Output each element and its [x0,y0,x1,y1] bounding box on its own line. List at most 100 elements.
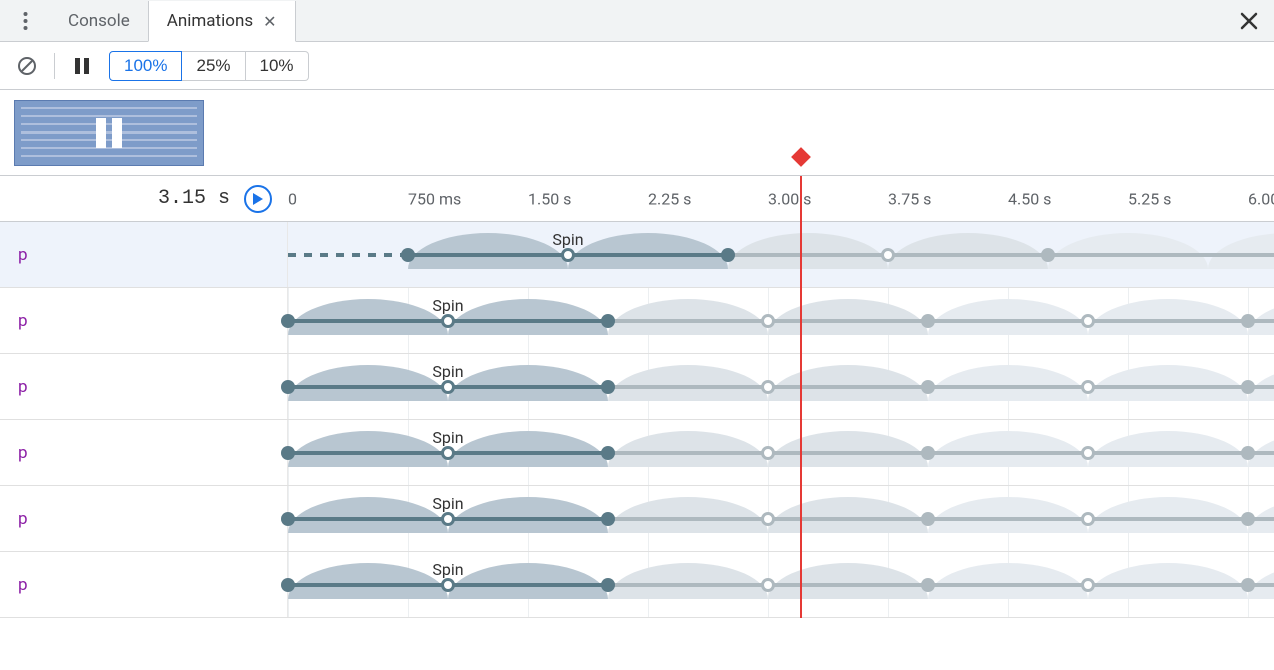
easing-bump [288,563,448,599]
track-element-tag[interactable]: p [0,552,288,617]
animation-groups-strip [0,90,1274,176]
close-drawer-button[interactable] [1224,0,1274,41]
keyframe-start[interactable] [281,512,295,526]
animation-name-label: Spin [432,296,463,315]
keyframe-end-repeat [921,578,935,592]
animation-name-label: Spin [432,494,463,513]
track-row[interactable]: pSpin [0,354,1274,420]
speed-100-button[interactable]: 100% [109,51,182,81]
more-menu-button[interactable] [0,0,50,41]
easing-bump [608,299,768,335]
track-lane[interactable]: Spin [288,486,1274,551]
easing-bump [928,497,1088,533]
track-row[interactable]: p Spin [0,486,1274,552]
keyframe-end-repeat [921,446,935,460]
current-time-label: 3.15 s [158,187,230,210]
tab-console-label: Console [68,11,130,31]
track-row[interactable]: p Spin [0,552,1274,618]
keyframe-end[interactable] [601,380,615,394]
keyframe-mid-repeat [1081,314,1095,328]
keyframe-mid[interactable] [561,248,575,262]
track-lane[interactable]: Spin [288,420,1274,485]
easing-bump [288,431,448,467]
keyframe-mid[interactable] [441,314,455,328]
easing-bump [568,233,728,269]
easing-bump [1088,365,1248,401]
ruler-tick: 6.00 s [1248,189,1274,208]
easing-bump [1088,299,1248,335]
track-element-tag[interactable]: p [0,420,288,485]
track-lane[interactable]: Spin [288,222,1274,287]
keyframe-start[interactable] [281,578,295,592]
keyframe-end-repeat [1241,380,1255,394]
easing-bump [608,563,768,599]
keyframe-start[interactable] [401,248,415,262]
easing-bump [288,365,448,401]
easing-bump [448,431,608,467]
animation-name-label: Spin [432,560,463,579]
keyframe-end[interactable] [721,248,735,262]
track-element-tag[interactable]: p [0,288,288,353]
ruler-tick: 0 [288,189,297,208]
keyframe-mid[interactable] [441,578,455,592]
keyframe-end-repeat [921,380,935,394]
keyframe-mid[interactable] [441,512,455,526]
keyframe-end[interactable] [601,512,615,526]
track-lane[interactable]: Spin [288,552,1274,617]
animation-repeat-bar [608,517,1274,521]
track-row[interactable]: pSpin [0,420,1274,486]
tab-animations-label: Animations [167,11,253,31]
easing-bump [768,563,928,599]
keyframe-mid-repeat [881,248,895,262]
easing-bump [288,497,448,533]
tab-animations-close-icon[interactable]: ✕ [263,12,276,31]
pause-all-button[interactable] [69,53,95,79]
keyframe-end-repeat [921,314,935,328]
keyframe-mid[interactable] [441,446,455,460]
animations-toolbar: 100% 25% 10% [0,42,1274,90]
keyframe-start[interactable] [281,446,295,460]
keyframe-end[interactable] [601,446,615,460]
easing-bump [928,431,1088,467]
keyframe-mid-repeat [761,446,775,460]
ruler-tick: 4.50 s [1008,189,1051,208]
timeline-ruler: 3.15 s 0750 ms1.50 s2.25 s3.00 s3.75 s4.… [0,176,1274,222]
keyframe-mid-repeat [1081,380,1095,394]
easing-bump [1088,497,1248,533]
track-lane[interactable]: Spin [288,288,1274,353]
keyframe-mid[interactable] [441,380,455,394]
ruler-tick: 2.25 s [648,189,691,208]
easing-bump [1088,563,1248,599]
track-element-tag[interactable]: p [0,486,288,551]
easing-bump [928,563,1088,599]
speed-10-button[interactable]: 10% [246,51,309,81]
keyframe-end[interactable] [601,314,615,328]
speed-25-button[interactable]: 25% [182,51,245,81]
animation-repeat-bar [608,385,1274,389]
keyframe-end-repeat [1241,578,1255,592]
keyframe-mid-repeat [1081,446,1095,460]
animation-repeat-bar [608,451,1274,455]
easing-bump [768,497,928,533]
tab-animations[interactable]: Animations ✕ [148,1,296,42]
clear-button[interactable] [14,53,40,79]
keyframe-end-repeat [1241,446,1255,460]
keyframe-end[interactable] [601,578,615,592]
track-row[interactable]: p Spin [0,288,1274,354]
play-button[interactable] [244,185,272,213]
ruler-tick: 3.00 s [768,189,811,208]
keyframe-start[interactable] [281,380,295,394]
ruler-tick: 750 ms [408,189,461,208]
easing-bump [448,299,608,335]
animation-group-thumbnail[interactable] [14,100,204,166]
track-row[interactable]: pSpin [0,222,1274,288]
track-lane[interactable]: Spin [288,354,1274,419]
timeline-head-left: 3.15 s [0,176,288,221]
easing-bump [768,299,928,335]
keyframe-start[interactable] [281,314,295,328]
track-element-tag[interactable]: p [0,354,288,419]
easing-bump [448,563,608,599]
track-element-tag[interactable]: p [0,222,288,287]
tab-console[interactable]: Console [50,0,148,41]
ruler-scale[interactable]: 0750 ms1.50 s2.25 s3.00 s3.75 s4.50 s5.2… [288,176,1274,221]
